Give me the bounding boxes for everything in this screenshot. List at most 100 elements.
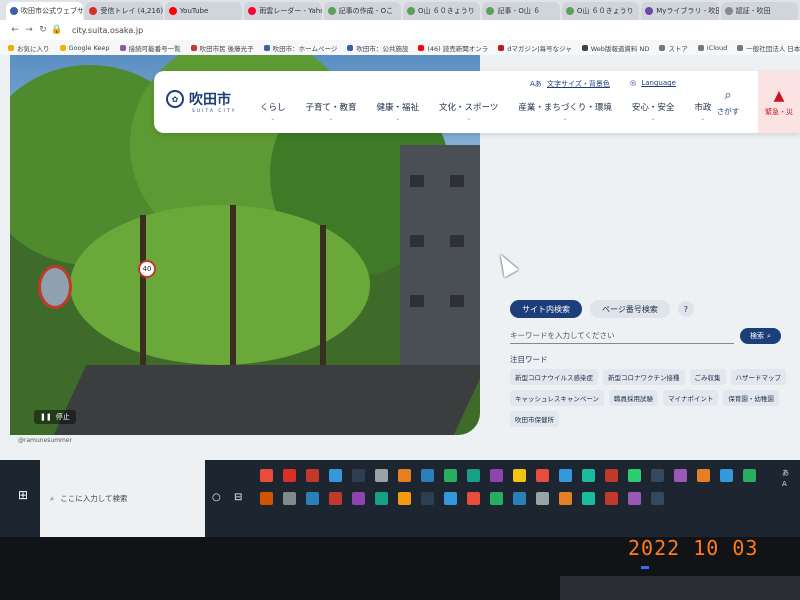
bookmark-item[interactable]: 一般社団法人 日本 — [737, 43, 800, 53]
keyword-input[interactable] — [510, 328, 734, 344]
browser-tab[interactable]: 記事の作成 - Oこ — [323, 2, 402, 20]
url-text[interactable]: city.suita.osaka.jp — [72, 26, 143, 35]
taskbar-app-icon[interactable] — [743, 469, 756, 482]
featured-keyword-chip[interactable]: 職員採用試験 — [609, 390, 659, 406]
font-size-link[interactable]: Aあ 文字サイズ・背景色 — [530, 79, 610, 89]
hero-pause-button[interactable]: ❚❚ 停止 — [34, 410, 76, 424]
featured-keyword-chip[interactable]: ごみ収集 — [689, 369, 726, 385]
taskbar-search-box[interactable]: ⌕ ここに入力して検索 — [40, 460, 205, 537]
taskbar-app-icon[interactable] — [628, 492, 641, 505]
taskbar-app-icon[interactable] — [628, 469, 641, 482]
emergency-button[interactable]: ▲ 緊急・災 — [758, 71, 800, 133]
featured-keyword-chip[interactable]: 保育園・幼稚園 — [723, 390, 779, 406]
browser-tab[interactable]: 認証 - 吹田 — [720, 2, 799, 20]
taskbar-app-icon[interactable] — [329, 492, 342, 505]
help-icon[interactable]: ? — [677, 301, 694, 317]
keyword-search-button[interactable]: 検索 ⌕ — [740, 328, 781, 344]
task-view-icon[interactable]: ○ — [212, 492, 221, 503]
taskbar-app-icon[interactable] — [375, 469, 388, 482]
taskbar-app-icon[interactable] — [283, 492, 296, 505]
taskbar-app-icon[interactable] — [444, 492, 457, 505]
featured-keyword-chip[interactable]: 新型コロナウイルス感染症 — [510, 369, 598, 385]
taskbar-app-icon[interactable] — [490, 492, 503, 505]
taskbar-app-icon[interactable] — [697, 469, 710, 482]
taskbar-app-icon[interactable] — [398, 492, 411, 505]
taskbar-app-icon[interactable] — [467, 492, 480, 505]
featured-keyword-chip[interactable]: マイナポイント — [663, 390, 719, 406]
nav-item[interactable]: 産業・まちづくり・環境 ⌄ — [518, 101, 612, 122]
featured-keyword-chip[interactable]: 吹田市保健所 — [510, 411, 559, 427]
taskbar-app-icon[interactable] — [513, 492, 526, 505]
taskbar-app-icon[interactable] — [467, 469, 480, 482]
taskbar-app-icon[interactable] — [352, 469, 365, 482]
taskbar-app-icon[interactable] — [720, 469, 733, 482]
taskbar-app-icon[interactable] — [260, 492, 273, 505]
bookmark-item[interactable]: ストア — [659, 43, 688, 53]
nav-item[interactable]: くらし ⌄ — [260, 101, 286, 122]
language-link[interactable]: ◎ Language — [630, 79, 676, 87]
taskbar-app-icon[interactable] — [444, 469, 457, 482]
bookmark-item[interactable]: 接続可能番号一覧 — [119, 43, 181, 53]
ime-mode[interactable]: A — [782, 479, 789, 490]
featured-keyword-chip[interactable]: 新型コロナワクチン接種 — [603, 369, 685, 385]
taskbar-app-icon[interactable] — [306, 469, 319, 482]
taskbar-app-icon[interactable] — [559, 492, 572, 505]
featured-keyword-chip[interactable]: キャッシュレスキャンペーン — [510, 390, 605, 406]
ime-indicator[interactable]: あ — [782, 468, 789, 479]
taskbar-app-icon[interactable] — [605, 492, 618, 505]
taskbar-app-icon[interactable] — [536, 469, 549, 482]
bookmark-item[interactable]: 吹田市民 後藤光子 — [190, 43, 254, 53]
taskbar-app-icon[interactable] — [398, 469, 411, 482]
featured-keyword-chip[interactable]: ハザードマップ — [730, 369, 786, 385]
browser-tab[interactable]: 記事 - O山 ６ — [482, 2, 560, 20]
nav-item[interactable]: 文化・スポーツ ⌄ — [439, 101, 498, 122]
bookmark-item[interactable]: (46) 読売新聞オンラ — [418, 43, 488, 53]
reload-icon[interactable]: ↻ — [36, 25, 50, 35]
tab-site-search[interactable]: サイト内検索 — [510, 300, 582, 318]
taskbar-app-icon[interactable] — [260, 469, 273, 482]
browser-tab[interactable]: Myライブラリ - 吹田 — [641, 2, 719, 20]
taskbar-app-icon[interactable] — [513, 469, 526, 482]
taskbar-app-icon[interactable] — [352, 492, 365, 505]
browser-tab[interactable]: 受信トレイ (4,216) — [85, 2, 163, 20]
taskbar-app-icon[interactable] — [651, 492, 664, 505]
main-nav: くらし ⌄ 子育て・教育 ⌄ 健康・福祉 ⌄ 文化・スポーツ ⌄ 産業・まちづくり・環境 ⌄ 安心・… — [260, 101, 731, 122]
bookmark-item[interactable]: dマガジン|毎号なジャ — [498, 43, 572, 53]
nav-item[interactable]: 子育て・教育 ⌄ — [306, 101, 357, 122]
bookmark-item[interactable]: お気に入り — [8, 43, 50, 53]
browser-tab[interactable]: O山 ６０きょうり — [561, 2, 640, 20]
taskbar-app-icon[interactable] — [651, 469, 664, 482]
bookmark-item[interactable]: Web版報道資料 ND — [581, 43, 649, 53]
browser-tab[interactable]: YouTube — [164, 2, 243, 20]
taskbar-app-icon[interactable] — [536, 492, 549, 505]
site-logo[interactable]: ✿ 吹田市 — [166, 89, 231, 109]
cortana-icon[interactable]: ⊟ — [234, 492, 242, 503]
taskbar-app-icon[interactable] — [421, 469, 434, 482]
bookmark-item[interactable]: 吹田市：ホームページ — [263, 43, 337, 53]
taskbar-app-icon[interactable] — [329, 469, 342, 482]
nav-item[interactable]: 健康・福祉 ⌄ — [377, 101, 420, 122]
bookmark-label: dマガジン|毎号なジャ — [507, 44, 572, 53]
taskbar-app-icon[interactable] — [582, 469, 595, 482]
bookmark-item[interactable]: Google Keep — [59, 44, 110, 52]
header-search-button[interactable]: ⌕ さがす — [706, 71, 750, 133]
back-arrow-icon[interactable]: ← — [8, 25, 22, 35]
windows-start-icon[interactable]: ⊞ — [18, 488, 28, 502]
bookmark-item[interactable]: 吹田市：公共施設 — [347, 43, 408, 53]
taskbar-app-icon[interactable] — [306, 492, 319, 505]
browser-tab[interactable]: 吹田市公式ウェブサ — [6, 2, 84, 20]
tab-page-number-search[interactable]: ページ番号検索 — [590, 300, 670, 318]
nav-item[interactable]: 安心・安全 ⌄ — [632, 101, 675, 122]
bookmark-item[interactable]: iCloud — [697, 44, 727, 52]
taskbar-app-icon[interactable] — [283, 469, 296, 482]
taskbar-app-icon[interactable] — [605, 469, 618, 482]
taskbar-app-icon[interactable] — [582, 492, 595, 505]
forward-arrow-icon[interactable]: → — [22, 25, 36, 35]
taskbar-app-icon[interactable] — [559, 469, 572, 482]
taskbar-app-icon[interactable] — [375, 492, 388, 505]
browser-tab[interactable]: O山 ６０きょうり — [403, 2, 481, 20]
taskbar-app-icon[interactable] — [490, 469, 503, 482]
taskbar-app-icon[interactable] — [421, 492, 434, 505]
browser-tab[interactable]: 雨雲レーダー - Yahoo — [244, 2, 322, 20]
taskbar-app-icon[interactable] — [674, 469, 687, 482]
